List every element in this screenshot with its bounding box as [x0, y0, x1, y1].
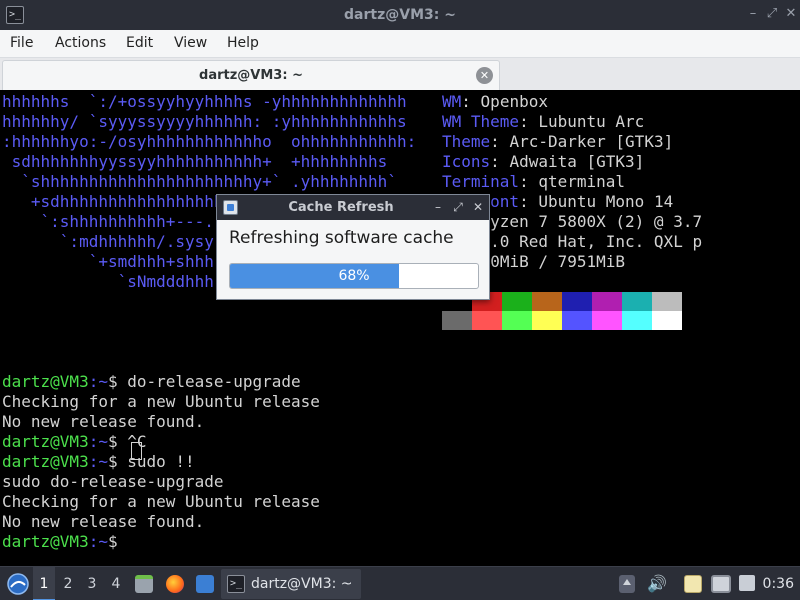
logo-line: sdhhhhhhhyyssyyhhhhhhhhhhh+ +hhhhhhhhs: [2, 152, 388, 171]
color-swatch: [472, 311, 502, 330]
workspace-2[interactable]: 2: [57, 567, 79, 600]
logo-line: +sdhhhhhhhhhhhhhhhhhhhh: [2, 192, 253, 211]
terminal-line: No new release found.: [2, 412, 205, 431]
menu-view[interactable]: View: [174, 35, 207, 51]
show-desktop-icon[interactable]: [196, 575, 214, 593]
terminal-line: dartz@VM3:~$ ^C: [2, 432, 147, 451]
window-title: dartz@VM3: ~: [344, 7, 456, 23]
color-swatch: [532, 311, 562, 330]
menu-edit[interactable]: Edit: [126, 35, 153, 51]
dialog-title: Cache Refresh: [288, 200, 394, 215]
menu-help[interactable]: Help: [227, 35, 259, 51]
taskbar: 1 2 3 4 >_ dartz@VM3: ~ 🔊 0:36: [0, 566, 800, 600]
terminal-line: Checking for a new Ubuntu release: [2, 492, 320, 511]
volume-icon[interactable]: 🔊: [647, 567, 667, 600]
tab-close-icon[interactable]: ✕: [476, 67, 493, 84]
info-line-icons: Icons: Adwaita [GTK3]: [442, 152, 645, 171]
terminal-line: sudo do-release-upgrade: [2, 472, 224, 491]
terminal-line: dartz@VM3:~$ do-release-upgrade: [2, 372, 301, 391]
tab-title: dartz@VM3: ~: [199, 68, 303, 83]
color-swatch: [592, 311, 622, 330]
color-swatch: [532, 292, 562, 311]
color-swatch: [502, 292, 532, 311]
logo-line: `:mdhhhhhh/.sysy: [2, 232, 214, 251]
progress-label: 68%: [338, 268, 370, 284]
workspace-3[interactable]: 3: [81, 567, 103, 600]
minimize-icon[interactable]: –: [745, 6, 761, 22]
color-swatch: [442, 311, 472, 330]
color-swatch: [652, 292, 682, 311]
lubuntu-menu-icon[interactable]: [4, 567, 30, 600]
maximize-icon[interactable]: ⤢: [764, 6, 780, 22]
menu-bar: File Actions Edit View Help: [0, 30, 800, 58]
dialog-maximize-icon[interactable]: ⤢: [450, 199, 466, 215]
dialog-titlebar[interactable]: Cache Refresh – ⤢ ✕: [217, 195, 489, 220]
terminal-cursor: [131, 442, 142, 460]
terminal-icon: >_: [227, 575, 245, 593]
color-swatch: [502, 311, 532, 330]
file-manager-icon[interactable]: [135, 575, 153, 593]
logo-line: `:shhhhhhhhhh+---.: [2, 212, 214, 231]
terminal-line: Checking for a new Ubuntu release: [2, 392, 320, 411]
color-swatch: [562, 292, 592, 311]
menu-file[interactable]: File: [10, 35, 33, 51]
logo-line: hhhhhhs `:/+ossyyhyyhhhhs -yhhhhhhhhhhhh…: [2, 92, 407, 111]
terminal-prompt-line: dartz@VM3:~$: [2, 532, 128, 551]
task-label: dartz@VM3: ~: [251, 576, 353, 592]
update-notifier-icon[interactable]: [739, 575, 755, 591]
workspace-4[interactable]: 4: [105, 567, 127, 600]
close-icon[interactable]: ✕: [783, 6, 799, 22]
logo-line: `+smdhhh+shhh: [2, 252, 214, 271]
logo-line: `shhhhhhhhhhhhhhhhhhhhhhy+` .yhhhhhhhh`: [2, 172, 397, 191]
menu-actions[interactable]: Actions: [55, 35, 106, 51]
info-line-theme: Theme: Arc-Darker [GTK3]: [442, 132, 674, 151]
terminal-line: No new release found.: [2, 512, 205, 531]
terminal-tab[interactable]: dartz@VM3: ~ ✕: [2, 60, 500, 90]
info-line-wm-theme: WM Theme: Lubuntu Arc: [442, 112, 645, 131]
dialog-close-icon[interactable]: ✕: [470, 199, 486, 215]
color-swatch: [652, 311, 682, 330]
color-swatch: [592, 292, 622, 311]
dialog-minimize-icon[interactable]: –: [430, 199, 446, 215]
taskbar-task-terminal[interactable]: >_ dartz@VM3: ~: [221, 569, 361, 599]
clipboard-icon[interactable]: [684, 575, 702, 593]
firefox-icon[interactable]: [166, 575, 184, 593]
dialog-message: Refreshing software cache: [229, 228, 454, 248]
logo-line: hhhhhhy/ `syyyssyyyyhhhhhh: :yhhhhhhhhhh…: [2, 112, 407, 131]
terminal-line: dartz@VM3:~$ sudo !!: [2, 452, 195, 471]
color-swatch: [622, 311, 652, 330]
tray-arrow-icon[interactable]: [619, 575, 635, 593]
network-icon[interactable]: [711, 575, 731, 593]
info-line-terminal: Terminal: qterminal: [442, 172, 626, 191]
color-swatch: [622, 292, 652, 311]
terminal-area[interactable]: hhhhhhs `:/+ossyyhyyhhhhs -yhhhhhhhhhhhh…: [0, 90, 800, 566]
info-line-wm: WM: Openbox: [442, 92, 548, 111]
progress-bar: 68%: [229, 263, 479, 289]
window-titlebar[interactable]: >_ dartz@VM3: ~ – ⤢ ✕: [0, 0, 800, 30]
cache-refresh-dialog[interactable]: Cache Refresh – ⤢ ✕ Refreshing software …: [216, 194, 490, 300]
logo-line: :hhhhhhyo:-/osyhhhhhhhhhhhho ohhhhhhhhhh…: [2, 132, 417, 151]
logo-line: `sNmdddhhh: [2, 272, 214, 291]
workspace-1[interactable]: 1: [33, 567, 55, 600]
clock[interactable]: 0:36: [763, 567, 794, 600]
color-swatch: [562, 311, 592, 330]
tab-bar: dartz@VM3: ~ ✕: [0, 58, 800, 90]
